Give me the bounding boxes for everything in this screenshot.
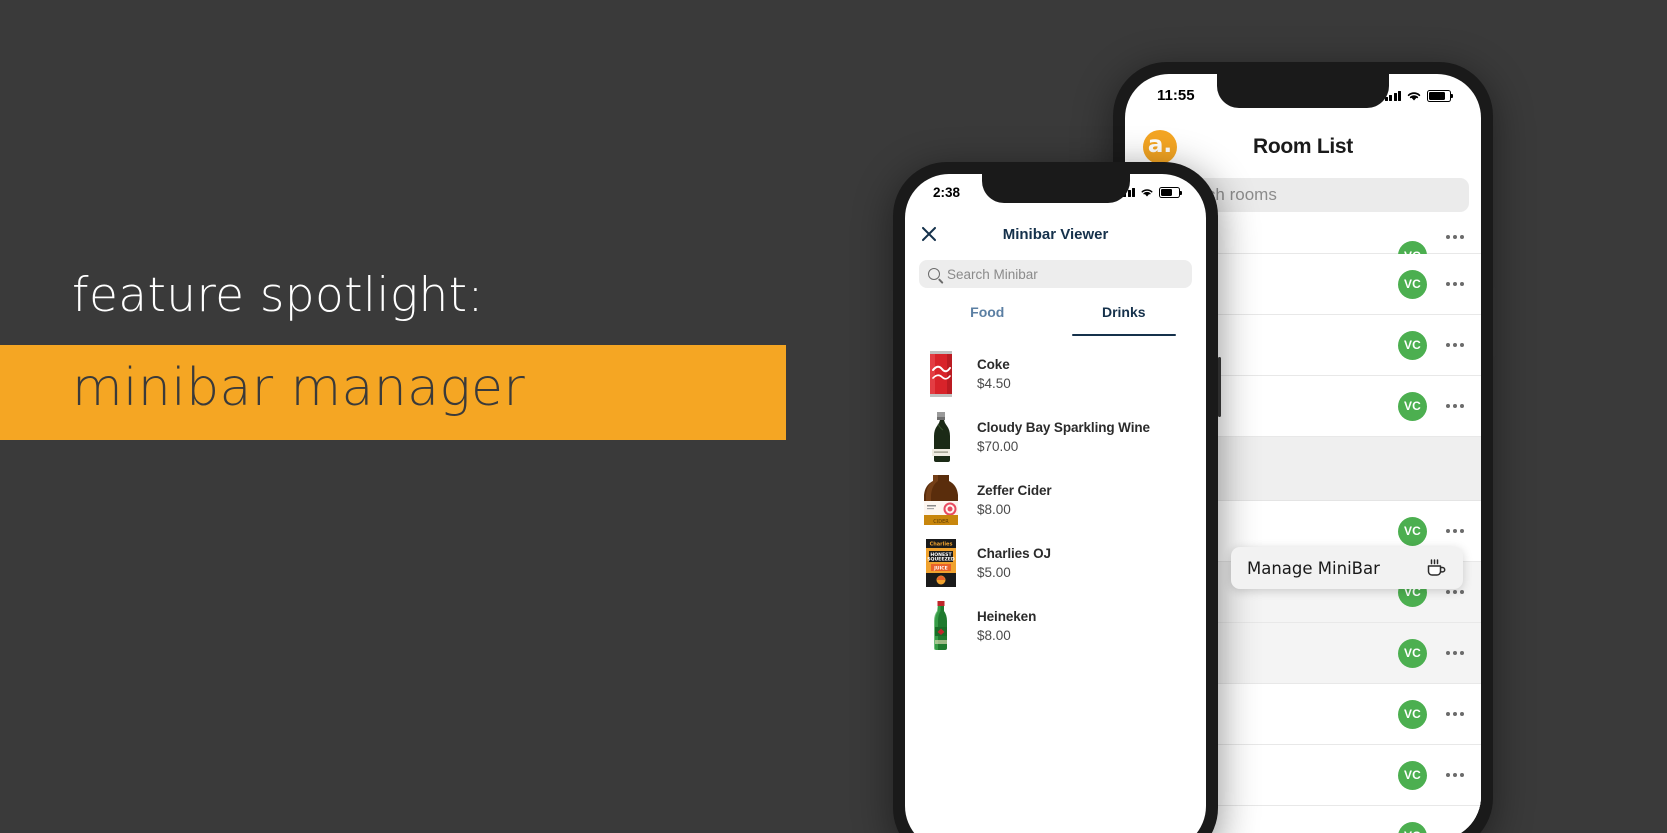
minibar-search-input[interactable]: Search Minibar: [919, 260, 1192, 288]
avatar: VC: [1398, 269, 1427, 299]
power-button[interactable]: [1493, 287, 1496, 357]
row-menu-icon[interactable]: [1443, 712, 1467, 716]
promo-title: minibar manager: [72, 358, 526, 418]
avatar: VC: [1398, 821, 1427, 833]
minibar-tabs[interactable]: Food Drinks: [919, 302, 1192, 336]
orange-juice-bottle-icon: Charlies HONEST SQUEEZED JUICE: [919, 538, 963, 588]
volume-up-button[interactable]: [890, 338, 893, 378]
page-title: Room List: [1253, 135, 1353, 158]
wifi-icon: [1141, 189, 1153, 197]
search-placeholder: Search Minibar: [947, 266, 1038, 282]
row-menu-icon[interactable]: [1443, 590, 1467, 594]
avatar: VC: [1398, 760, 1427, 790]
svg-text:Charlies: Charlies: [930, 541, 953, 547]
manage-minibar-tooltip[interactable]: Manage MiniBar: [1231, 547, 1463, 589]
mute-switch[interactable]: [890, 290, 893, 312]
status-time: 2:38: [933, 185, 961, 200]
svg-text:CIDER: CIDER: [933, 519, 949, 525]
item-name: Heineken: [977, 608, 1037, 624]
item-price: $8.00: [977, 627, 1011, 643]
item-price: $4.50: [977, 375, 1011, 391]
tab-drinks[interactable]: Drinks: [1056, 302, 1193, 336]
minibar-header: Minibar Viewer: [905, 214, 1206, 254]
sparkling-wine-bottle-icon: [919, 411, 963, 462]
avatar: VC: [1398, 391, 1427, 421]
item-name: Zeffer Cider: [977, 482, 1052, 498]
notch: [981, 174, 1130, 203]
tab-food[interactable]: Food: [919, 302, 1056, 336]
item-name: Cloudy Bay Sparkling Wine: [977, 419, 1150, 435]
beer-bottle-icon: [919, 600, 963, 651]
item-name: Charlies OJ: [977, 545, 1051, 561]
promo-heading: feature spotlight:: [72, 268, 484, 323]
list-item[interactable]: Cloudy Bay Sparkling Wine $70.00: [919, 405, 1192, 468]
item-price: $8.00: [977, 501, 1011, 517]
svg-text:JUICE: JUICE: [933, 565, 948, 571]
power-button[interactable]: [1218, 357, 1221, 417]
cider-bottle-icon: CIDER: [919, 474, 963, 525]
notch: [1217, 74, 1389, 108]
coke-can-icon: [919, 349, 963, 399]
coffee-cup-icon: [1427, 559, 1446, 576]
row-menu-icon[interactable]: [1443, 234, 1467, 239]
avatar: VC: [1398, 330, 1427, 360]
row-menu-icon[interactable]: [1443, 343, 1467, 347]
search-icon: [928, 268, 940, 280]
close-icon[interactable]: [919, 224, 939, 244]
status-time: 11:55: [1157, 87, 1195, 104]
front-phone-screen: 2:38 Minibar Viewer Search Minibar Food …: [905, 174, 1206, 833]
avatar: VC: [1398, 699, 1427, 729]
wifi-icon: [1407, 91, 1421, 100]
volume-down-button[interactable]: [890, 390, 893, 430]
list-item[interactable]: Charlies HONEST SQUEEZED JUICE Charlies …: [919, 531, 1192, 594]
manage-minibar-label: Manage MiniBar: [1247, 558, 1380, 578]
row-menu-icon[interactable]: [1443, 529, 1467, 533]
item-price: $5.00: [977, 564, 1011, 580]
battery-icon: [1159, 187, 1180, 198]
list-item[interactable]: Coke $4.50: [919, 342, 1192, 405]
page-title: Minibar Viewer: [1002, 225, 1109, 243]
row-menu-icon[interactable]: [1443, 282, 1467, 286]
row-menu-icon[interactable]: [1443, 404, 1467, 408]
battery-icon: [1427, 89, 1451, 102]
item-price: $70.00: [977, 438, 1019, 454]
list-item[interactable]: CIDER Zeffer Cider $8.00: [919, 468, 1192, 531]
avatar: VC: [1398, 638, 1427, 668]
item-name: Coke: [977, 356, 1010, 372]
row-menu-icon[interactable]: [1443, 773, 1467, 777]
avatar: VC: [1398, 516, 1427, 546]
svg-text:SQUEEZED: SQUEEZED: [927, 556, 955, 562]
front-phone-device: 2:38 Minibar Viewer Search Minibar Food …: [890, 162, 1221, 833]
row-menu-icon[interactable]: [1443, 651, 1467, 655]
minibar-item-list[interactable]: Coke $4.50 Cloudy Bay Sparkling Wine $70…: [905, 342, 1206, 833]
list-item[interactable]: Heineken $8.00: [919, 594, 1192, 657]
promo-banner: feature spotlight: minibar manager 11:55: [0, 0, 1667, 833]
